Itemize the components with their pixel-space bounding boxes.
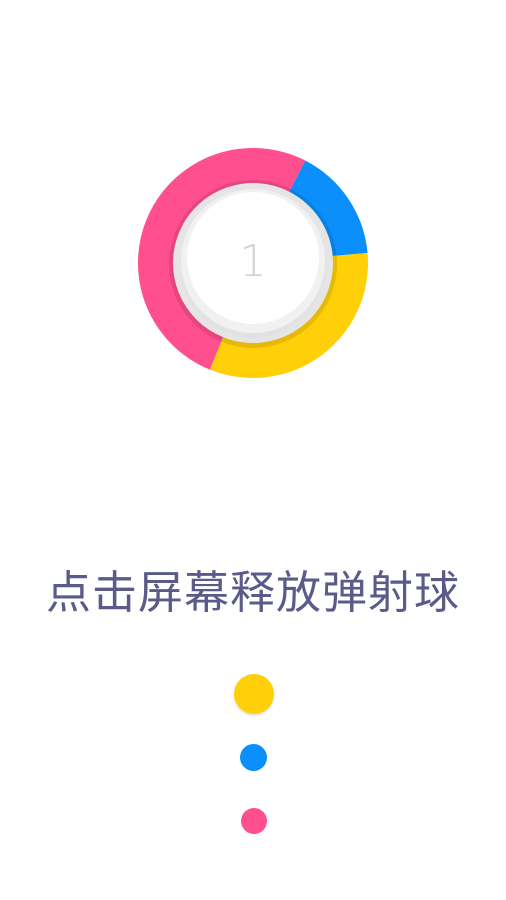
score-label: 1 bbox=[239, 236, 267, 287]
instruction-text: 点击屏幕释放弹射球 bbox=[45, 566, 460, 619]
queued-ball-3 bbox=[241, 808, 267, 834]
queued-ball-2 bbox=[240, 744, 267, 771]
next-ball bbox=[234, 674, 274, 714]
color-wheel: 1 bbox=[137, 147, 368, 378]
game-screen[interactable]: 1 点击屏幕释放弹射球 bbox=[0, 0, 506, 900]
